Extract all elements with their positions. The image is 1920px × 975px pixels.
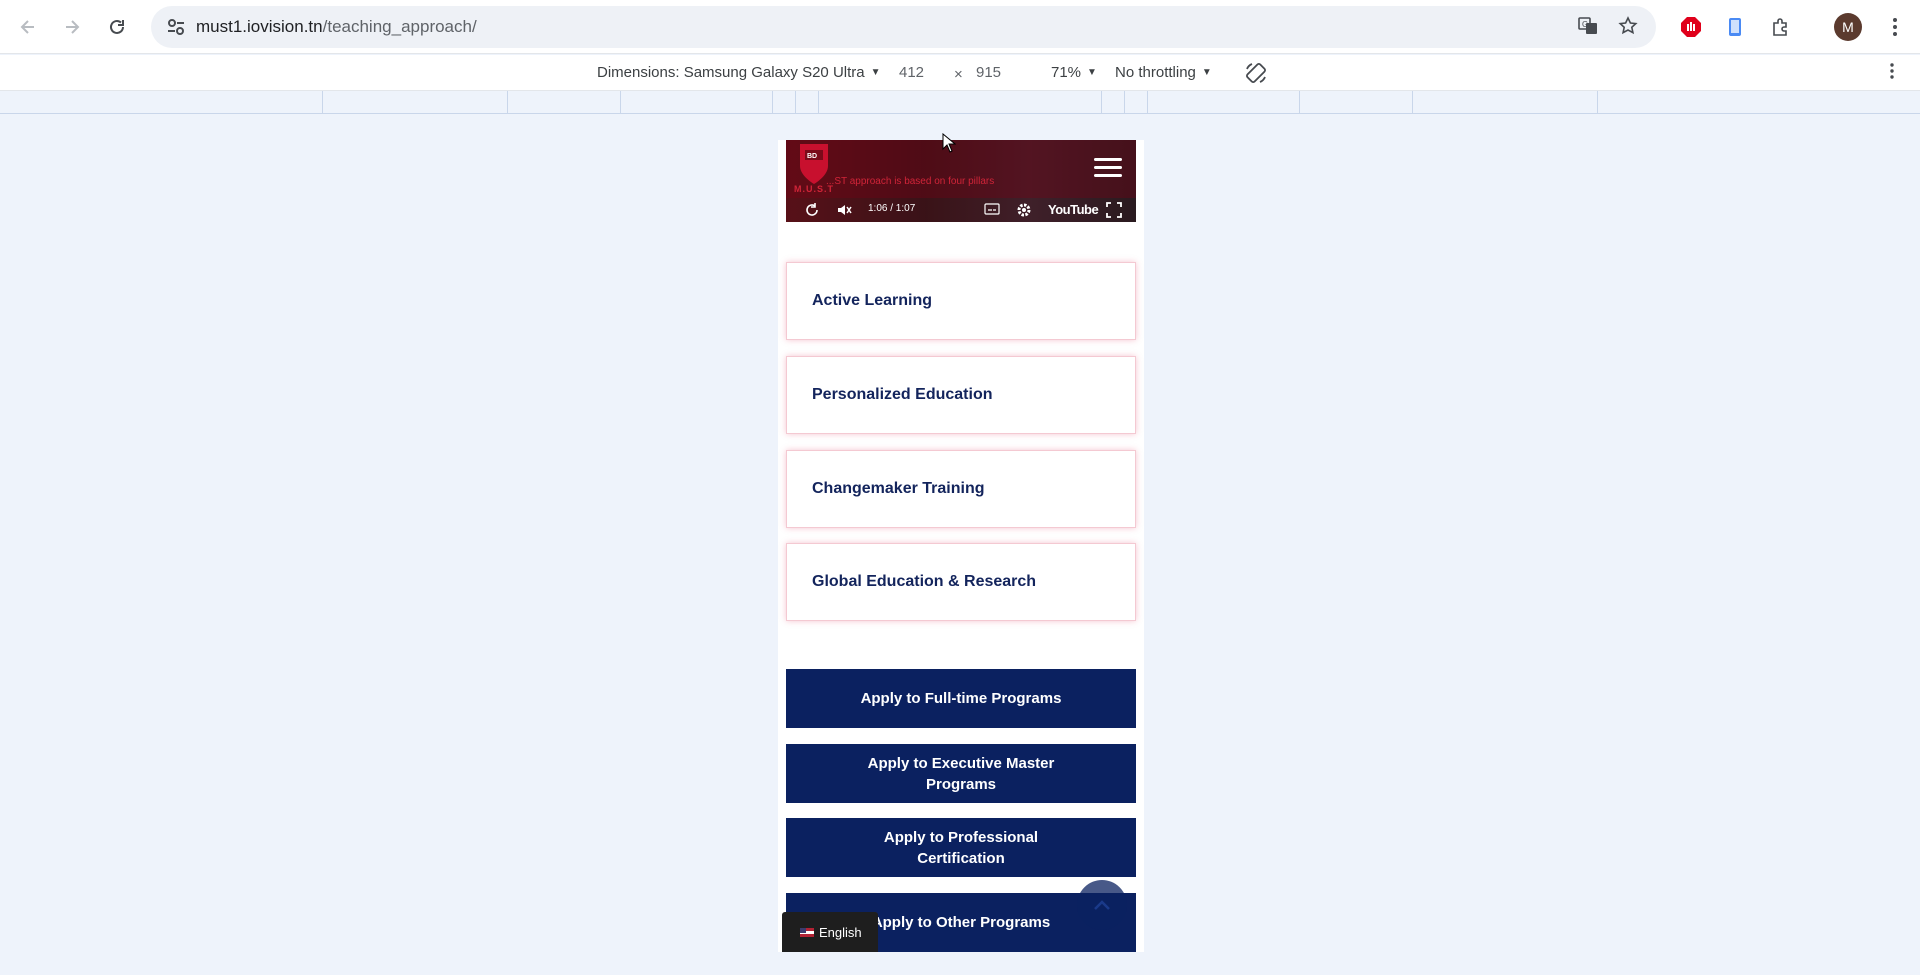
adblock-extension-icon[interactable] [1676,12,1706,42]
fullscreen-icon[interactable] [1106,202,1122,221]
address-bar[interactable]: must1.iovision.tn/teaching_approach/ [151,6,1656,48]
ruler-tick [1147,91,1148,113]
devtools-more-icon[interactable] [1890,63,1894,83]
chevron-down-icon: ▼ [870,67,881,78]
youtube-logo[interactable]: YouTube [1048,202,1099,217]
site-header-overlay [786,140,1136,198]
device-toolbar: Dimensions: Samsung Galaxy S20 Ultra ▼ 41… [0,55,1920,91]
device-dimensions-select[interactable]: Dimensions: Samsung Galaxy S20 Ultra ▼ [597,64,881,81]
pillar-card-label: Changemaker Training [812,480,985,497]
svg-text:BD: BD [807,153,817,160]
throttling-select[interactable]: No throttling ▼ [1115,64,1212,81]
replay-icon[interactable] [804,202,820,221]
pillar-card-label: Active Learning [812,292,933,309]
url-path: /teaching_approach/ [322,17,477,36]
chevron-down-icon: ▼ [1201,67,1212,78]
svg-text:G: G [1582,20,1588,29]
times-icon: × [954,66,963,83]
device-height-input[interactable]: 915 [976,64,1001,81]
url-host: must1.iovision.tn [196,17,323,36]
apply-full-time-button[interactable]: Apply to Full-time Programs [786,669,1136,728]
zoom-select[interactable]: 71% ▼ [1051,64,1097,81]
youtube-video-player[interactable]: BD M.U.S.T ...ST approach is based on fo… [786,140,1136,222]
chevron-down-icon: ▼ [1087,67,1097,78]
ruler-tick [1412,91,1413,113]
pillar-card-label: Personalized Education [812,386,993,403]
chevron-up-icon [1094,900,1110,910]
apply-professional-certification-button[interactable]: Apply to Professional Certification [786,818,1136,877]
rotate-icon[interactable] [1244,61,1268,89]
video-time: 1:06 / 1:07 [868,203,916,214]
device-width-input[interactable]: 412 [899,64,924,81]
ruler-tick [620,91,621,113]
ruler-tick [795,91,796,113]
ruler-tick [818,91,819,113]
translate-icon[interactable]: G [1574,12,1602,40]
device-dimensions-label: Dimensions: Samsung Galaxy S20 Ultra [597,64,865,81]
ruler-tick [507,91,508,113]
reload-icon[interactable] [102,12,132,42]
throttling-label: No throttling [1115,64,1196,81]
url-text: must1.iovision.tn/teaching_approach/ [196,17,477,37]
ruler-tick [1597,91,1598,113]
profile-avatar[interactable]: M [1834,13,1862,41]
ruler-tick [772,91,773,113]
video-caption: ...ST approach is based on four pillars [826,176,995,187]
device-viewport: BD M.U.S.T ...ST approach is based on fo… [778,140,1144,952]
pillar-card-changemaker-training[interactable]: Changemaker Training [786,450,1136,528]
mouse-cursor-icon [942,133,956,153]
hamburger-menu-icon[interactable] [1094,158,1122,180]
pillar-card-label: Global Education & Research [812,573,1037,590]
us-flag-icon [800,927,814,937]
extensions-puzzle-icon[interactable] [1766,12,1796,42]
captions-icon[interactable] [984,202,1000,219]
browser-toolbar: must1.iovision.tn/teaching_approach/ G M [0,0,1920,54]
phone-extension-icon[interactable] [1720,12,1750,42]
browser-menu-icon[interactable] [1880,12,1910,42]
pillar-card-active-learning[interactable]: Active Learning [786,262,1136,340]
settings-gear-icon[interactable] [1016,202,1032,221]
media-query-ruler[interactable] [0,91,1920,114]
bookmark-star-icon[interactable] [1614,12,1642,40]
mute-icon[interactable] [836,202,852,221]
zoom-label: 71% [1051,64,1082,81]
back-icon[interactable] [13,12,43,42]
forward-icon[interactable] [57,12,87,42]
language-label: English [819,924,862,940]
ruler-tick [1124,91,1125,113]
ruler-tick [1101,91,1102,113]
site-info-icon[interactable] [165,16,187,38]
ruler-tick [322,91,323,113]
apply-executive-master-button[interactable]: Apply to Executive Master Programs [786,744,1136,803]
ruler-tick [1299,91,1300,113]
pillar-card-global-education[interactable]: Global Education & Research [786,543,1136,621]
scroll-to-top-button[interactable] [1077,880,1127,930]
language-switcher[interactable]: English [782,912,878,952]
pillar-card-personalized-education[interactable]: Personalized Education [786,356,1136,434]
